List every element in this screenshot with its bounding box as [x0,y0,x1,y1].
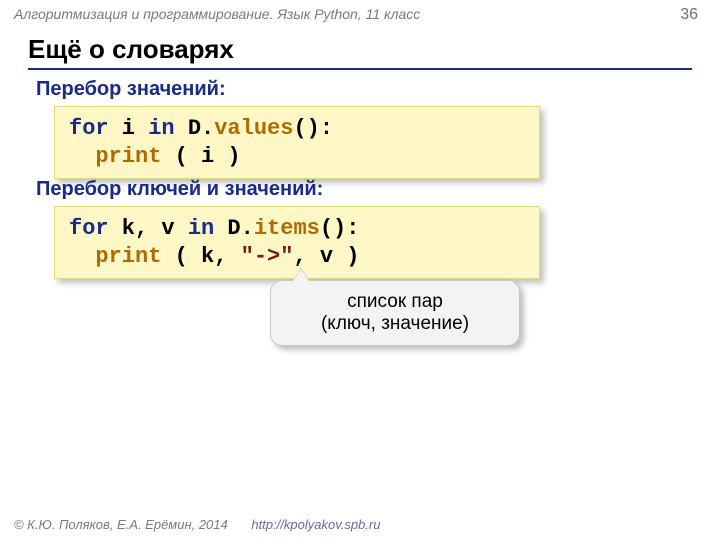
code-function: items [254,216,320,241]
code-text: (): [293,116,333,141]
code-string: "->" [241,244,294,269]
code-keyword: in [188,216,214,241]
page-title: Ещё о словарях [28,34,234,65]
code-keyword: for [69,116,109,141]
callout-line: список пар [285,291,505,313]
code-text: k, v [109,216,188,241]
code-keyword: in [148,116,174,141]
code-text: ( i ) [161,144,240,169]
code-block-values: for i in D.values(): print ( i ) [54,106,540,179]
callout-line: (ключ, значение) [285,313,505,335]
code-indent [69,144,95,169]
code-keyword: for [69,216,109,241]
code-text: (): [320,216,360,241]
callout-bubble: список пар (ключ, значение) [270,280,520,346]
section-heading-values: Перебор значений: [36,78,226,101]
title-rule [28,68,692,70]
code-text: , v ) [293,244,359,269]
footer-url: http://kpolyakov.spb.ru [251,517,380,532]
code-function: values [214,116,293,141]
code-indent [69,244,95,269]
copyright: © К.Ю. Поляков, Е.А. Ерёмин, 2014 [14,517,228,532]
code-text: i [109,116,149,141]
code-text: D. [175,116,215,141]
code-text: D. [214,216,254,241]
section-heading-items: Перебор ключей и значений: [36,178,323,201]
footer: © К.Ю. Поляков, Е.А. Ерёмин, 2014 http:/… [14,517,380,532]
code-function: print [95,244,161,269]
breadcrumb: Алгоритмизация и программирование. Язык … [14,6,420,22]
page-number: 36 [680,6,698,24]
code-function: print [95,144,161,169]
code-text: ( k, [161,244,240,269]
slide: Алгоритмизация и программирование. Язык … [0,0,720,540]
